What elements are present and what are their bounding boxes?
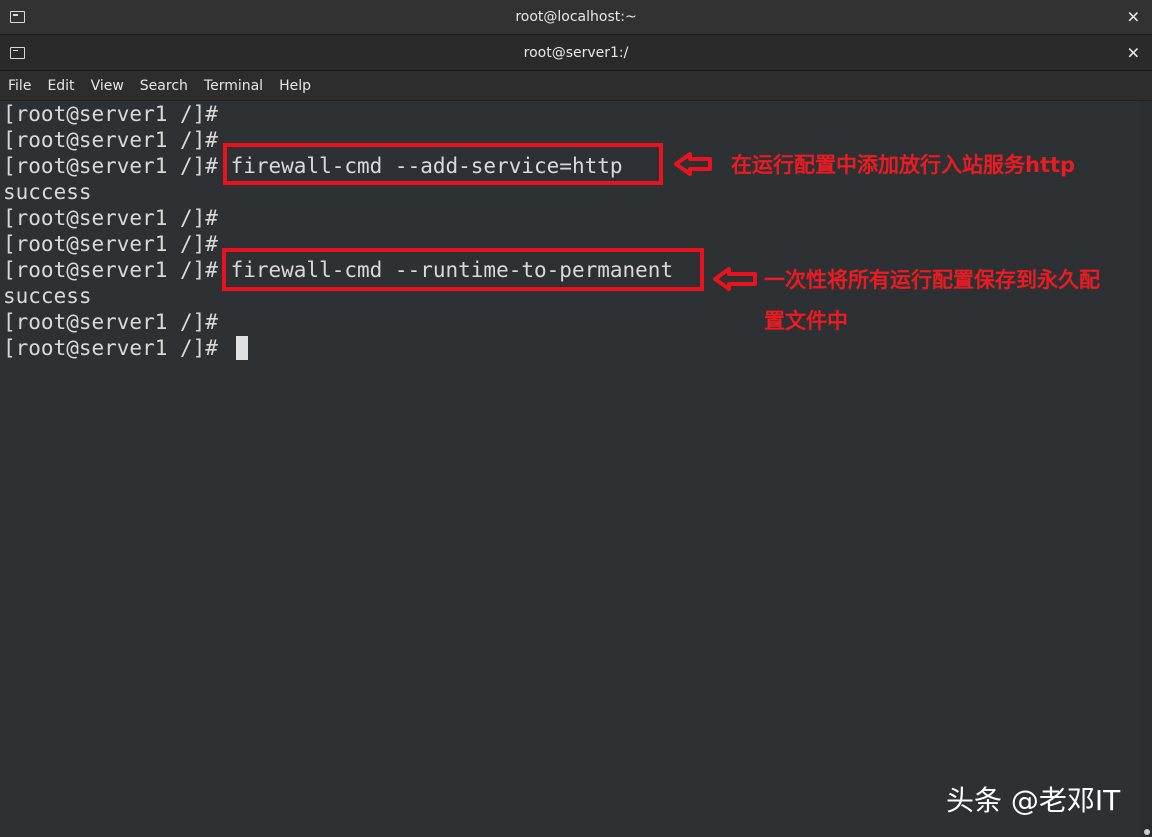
left-arrow-icon — [674, 152, 712, 176]
terminal-icon — [10, 46, 25, 59]
outer-window-title: root@localhost:~ — [515, 9, 637, 25]
text-cursor — [236, 336, 248, 360]
terminal-line: [root@server1 /]# — [3, 128, 218, 152]
annotation-add-service: 在运行配置中添加放行入站服务http — [731, 153, 1076, 177]
scrollbar[interactable] — [1140, 101, 1152, 837]
left-arrow-icon — [713, 267, 757, 291]
menu-view[interactable]: View — [91, 78, 124, 94]
highlight-box-add-service — [223, 143, 663, 185]
inner-window-title: root@server1:/ — [523, 44, 629, 61]
terminal-icon — [10, 11, 25, 23]
annotation-runtime-line2: 置文件中 — [764, 309, 848, 333]
terminal-line: success — [3, 284, 92, 308]
menu-edit[interactable]: Edit — [47, 78, 74, 94]
close-icon[interactable]: ✕ — [1127, 8, 1140, 27]
terminal-line: [root@server1 /]# — [3, 206, 218, 230]
terminal-line: [root@server1 /]# — [3, 310, 218, 334]
terminal-line: [root@server1 /]# — [3, 232, 218, 256]
highlight-box-runtime-to-permanent — [222, 248, 704, 291]
menu-bar: File Edit View Search Terminal Help — [0, 71, 1152, 101]
menu-terminal[interactable]: Terminal — [204, 78, 263, 94]
outer-window-titlebar: root@localhost:~ ✕ — [0, 0, 1152, 35]
terminal-line: [root@server1 /]# — [3, 102, 218, 126]
menu-help[interactable]: Help — [279, 78, 311, 94]
close-icon[interactable]: ✕ — [1127, 43, 1140, 62]
menu-search[interactable]: Search — [140, 78, 188, 94]
menu-file[interactable]: File — [8, 78, 31, 94]
watermark: 头条 @老邓IT — [946, 784, 1121, 817]
inner-window-titlebar: root@server1:/ ✕ — [0, 35, 1152, 71]
annotation-runtime-line1: 一次性将所有运行配置保存到永久配 — [764, 268, 1100, 292]
terminal-line: success — [3, 180, 92, 204]
scroll-thumb[interactable] — [1144, 829, 1150, 835]
terminal-line: [root@server1 /]# — [3, 336, 231, 360]
